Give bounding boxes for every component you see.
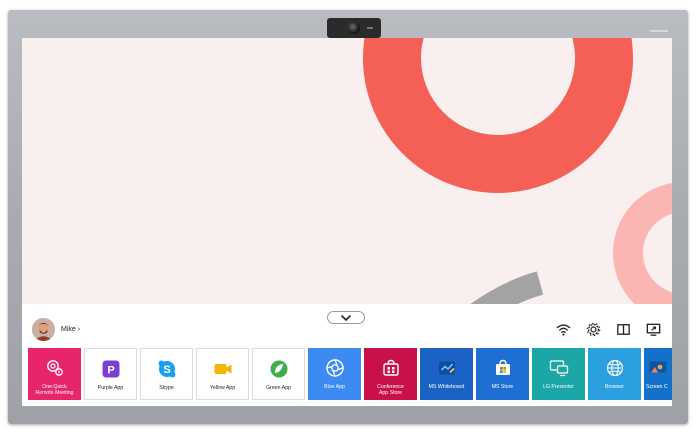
skype-icon: S	[157, 359, 177, 379]
split-screen-icon[interactable]	[615, 321, 632, 338]
app-tile-label: Screen C	[646, 384, 668, 390]
app-tile-skype[interactable]: S Skype	[140, 348, 193, 400]
screen-cast-icon	[648, 358, 668, 378]
app-tile-label: MS Store	[491, 384, 514, 390]
webcam-indicator	[367, 27, 373, 29]
app-tile-label: Blue App	[324, 384, 345, 390]
app-tile-screen-cast[interactable]: Screen C	[644, 348, 672, 400]
user-chevron-icon: ›	[77, 325, 81, 333]
svg-text:P: P	[107, 365, 114, 377]
green-leaf-icon	[269, 359, 289, 379]
app-tile-yellow-app[interactable]: Yellow App	[196, 348, 249, 400]
store-bag-icon	[493, 358, 513, 378]
app-tile-purple-app[interactable]: P Purple App	[84, 348, 137, 400]
wallpaper-ring-large	[363, 38, 633, 193]
app-tile-browser[interactable]: Browser	[588, 348, 641, 400]
app-tile-conference-app-store[interactable]: Conference App Store	[364, 348, 417, 400]
user-name: Mike	[61, 325, 76, 333]
system-tray	[555, 321, 662, 338]
app-tile-label: LG Presenter	[543, 384, 574, 390]
screen-share-icon[interactable]	[645, 321, 662, 338]
purple-p-icon: P	[101, 359, 121, 379]
svg-text:S: S	[163, 364, 170, 376]
wallpaper-ring-small	[613, 183, 672, 323]
yellow-camera-icon	[213, 359, 233, 379]
display-device: Mike › One:Quick Remote Meeting P Purple…	[0, 0, 696, 432]
remote-meeting-icon	[45, 358, 65, 378]
app-tile-label: Purple App	[97, 385, 124, 391]
app-tile-label: Yellow App	[209, 385, 236, 391]
app-tile-label: MS Whiteboard	[428, 384, 465, 390]
app-tile-ms-store[interactable]: MS Store	[476, 348, 529, 400]
blue-aperture-icon	[325, 358, 345, 378]
presenter-icon	[549, 358, 569, 378]
app-tile-label: Skype	[159, 385, 174, 391]
app-tile-blue-app[interactable]: Blue App	[308, 348, 361, 400]
app-tray: One:Quick Remote Meeting P Purple App S …	[28, 348, 672, 400]
webcam	[327, 18, 381, 38]
app-tile-green-app[interactable]: Green App	[252, 348, 305, 400]
whiteboard-icon	[437, 358, 457, 378]
app-store-bag-icon	[381, 358, 401, 378]
wifi-icon[interactable]	[555, 321, 572, 338]
collapse-launcher-button[interactable]	[327, 311, 365, 324]
app-tile-lg-presenter[interactable]: LG Presenter	[532, 348, 585, 400]
chevron-down-icon	[341, 314, 351, 321]
app-tile-label: One:Quick Remote Meeting	[35, 384, 74, 396]
app-tile-ms-whiteboard[interactable]: MS Whiteboard	[420, 348, 473, 400]
app-tile-label: Green App	[266, 385, 291, 391]
app-tile-label: Browser	[604, 384, 625, 390]
app-tile-one-quick-remote-meeting[interactable]: One:Quick Remote Meeting	[28, 348, 81, 400]
user-profile[interactable]: Mike ›	[32, 317, 80, 341]
user-photo-icon	[32, 317, 55, 341]
globe-icon	[605, 358, 625, 378]
screen: Mike › One:Quick Remote Meeting P Purple…	[22, 38, 672, 406]
webcam-lens	[348, 22, 360, 34]
settings-gear-icon[interactable]	[585, 321, 602, 338]
bezel-sensor	[650, 30, 668, 32]
app-tile-label: Conference App Store	[377, 384, 404, 396]
